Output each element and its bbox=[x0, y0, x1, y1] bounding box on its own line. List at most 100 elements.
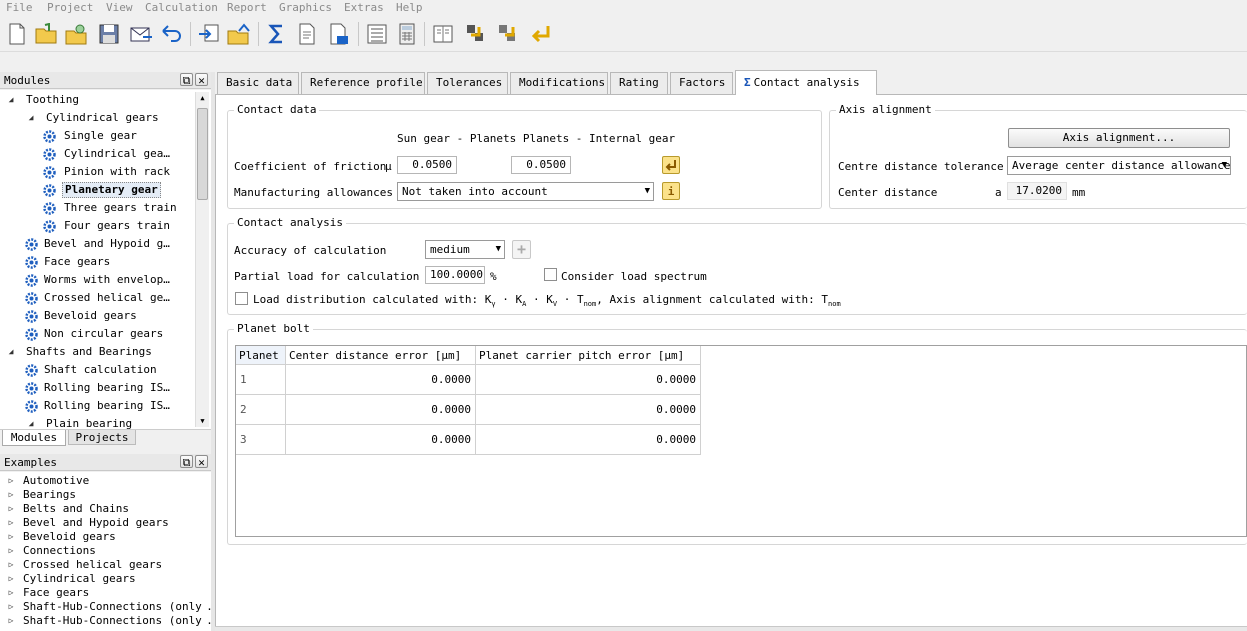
save-icon[interactable] bbox=[96, 21, 122, 47]
report-icon[interactable] bbox=[294, 21, 320, 47]
load-distribution-checkbox[interactable] bbox=[235, 292, 248, 305]
apply-arrow-button[interactable] bbox=[662, 156, 680, 174]
menu-help[interactable]: Help bbox=[396, 1, 423, 14]
sum-icon[interactable] bbox=[264, 21, 290, 47]
table-cell[interactable]: 0.0000 bbox=[476, 365, 701, 395]
expand-triangle-icon[interactable]: ◢ bbox=[6, 344, 16, 360]
expand-triangle-icon[interactable]: ◢ bbox=[26, 416, 36, 429]
menu-file[interactable]: File bbox=[6, 1, 33, 14]
table-cell[interactable]: 0.0000 bbox=[476, 395, 701, 425]
tree-item[interactable]: Rolling bearing IS… bbox=[0, 398, 195, 414]
tree-item[interactable]: Beveloid gears bbox=[0, 308, 195, 324]
tolerance-select[interactable]: Average center distance allowance ▼ bbox=[1007, 156, 1231, 175]
tree-item[interactable]: Bevel and Hypoid g… bbox=[0, 236, 195, 252]
load-spectrum-checkbox[interactable] bbox=[544, 268, 557, 281]
modules-scrollbar[interactable]: ▲ ▼ bbox=[195, 92, 209, 427]
partial-load-input[interactable]: 100.0000 bbox=[425, 266, 485, 284]
tree-item[interactable]: Planetary gear bbox=[0, 182, 195, 198]
manufacturing-select[interactable]: Not taken into account ▼ bbox=[397, 182, 654, 201]
calculator-icon[interactable] bbox=[394, 21, 420, 47]
expand-triangle-icon[interactable]: ▷ bbox=[6, 530, 16, 544]
friction-sun-planet-input[interactable]: 0.0500 bbox=[397, 156, 457, 174]
info-button[interactable]: i bbox=[662, 182, 680, 200]
close-icon[interactable]: ✕ bbox=[195, 455, 208, 469]
column-header[interactable]: Planet carrier pitch error [μm] bbox=[476, 346, 701, 365]
tree-item[interactable]: ◢ Toothing bbox=[0, 92, 195, 108]
import-icon[interactable] bbox=[196, 21, 222, 47]
expand-triangle-icon[interactable]: ▷ bbox=[6, 614, 16, 628]
expand-triangle-icon[interactable]: ▷ bbox=[6, 516, 16, 530]
tab-tolerances[interactable]: Tolerances bbox=[427, 72, 508, 94]
tree-item[interactable]: ◢ Shafts and Bearings bbox=[0, 344, 195, 360]
tab-reference-profile[interactable]: Reference profile bbox=[301, 72, 425, 94]
tab-factors[interactable]: Factors bbox=[670, 72, 733, 94]
expand-triangle-icon[interactable]: ◢ bbox=[26, 110, 36, 126]
open-example-icon[interactable] bbox=[64, 21, 90, 47]
scroll-down-icon[interactable]: ▼ bbox=[196, 415, 209, 427]
table-cell[interactable]: 0.0000 bbox=[286, 365, 476, 395]
column-header[interactable]: Center distance error [μm] bbox=[286, 346, 476, 365]
tab-projects[interactable]: Projects bbox=[68, 430, 136, 445]
tab-basic-data[interactable]: Basic data bbox=[217, 72, 299, 94]
expand-triangle-icon[interactable]: ▷ bbox=[6, 502, 16, 516]
tree-item[interactable]: Crossed helical ge… bbox=[0, 290, 195, 306]
menu-calculation[interactable]: Calculation bbox=[145, 1, 218, 14]
friction-planet-internal-input[interactable]: 0.0500 bbox=[511, 156, 571, 174]
tree-item[interactable]: Rolling bearing IS… bbox=[0, 380, 195, 396]
axis-alignment-button[interactable]: Axis alignment... bbox=[1008, 128, 1230, 148]
menu-graphics[interactable]: Graphics bbox=[279, 1, 332, 14]
expand-triangle-icon[interactable]: ▷ bbox=[6, 586, 16, 600]
partial-load-unit: % bbox=[490, 270, 497, 283]
table-cell[interactable]: 0.0000 bbox=[476, 425, 701, 455]
add-icon[interactable]: + bbox=[512, 240, 531, 259]
tree-item[interactable]: ◢ Plain bearing bbox=[0, 416, 195, 429]
expand-triangle-icon[interactable]: ▷ bbox=[6, 572, 16, 586]
tab-rating[interactable]: Rating bbox=[610, 72, 668, 94]
expand-triangle-icon[interactable]: ▷ bbox=[6, 488, 16, 502]
float-icon[interactable]: ⧉ bbox=[180, 455, 193, 469]
expand-triangle-icon[interactable]: ▷ bbox=[6, 600, 16, 614]
expand-triangle-icon[interactable]: ▷ bbox=[6, 558, 16, 572]
tree-item[interactable]: Cylindrical gea… bbox=[0, 146, 195, 162]
tab-modifications[interactable]: Modifications bbox=[510, 72, 608, 94]
expand-triangle-icon[interactable]: ▷ bbox=[6, 474, 16, 488]
tree-item[interactable]: Three gears train bbox=[0, 200, 195, 216]
tree-item[interactable]: ◢ Cylindrical gears bbox=[0, 110, 195, 126]
menu-report[interactable]: Report bbox=[227, 1, 267, 14]
scroll-up-icon[interactable]: ▲ bbox=[196, 92, 209, 104]
close-icon[interactable]: ✕ bbox=[195, 73, 208, 87]
scroll-thumb[interactable] bbox=[197, 108, 208, 200]
menu-view[interactable]: View bbox=[106, 1, 133, 14]
list-icon[interactable] bbox=[364, 21, 390, 47]
book-icon[interactable] bbox=[430, 21, 456, 47]
row-header: 2 bbox=[236, 395, 286, 425]
table-cell[interactable]: 0.0000 bbox=[286, 425, 476, 455]
tree-item[interactable]: Single gear bbox=[0, 128, 195, 144]
arrow-return-icon[interactable] bbox=[528, 21, 554, 47]
expand-triangle-icon[interactable]: ◢ bbox=[6, 92, 16, 108]
tab-label: Factors bbox=[679, 76, 726, 89]
menu-project[interactable]: Project bbox=[47, 1, 93, 14]
tree-item[interactable]: Shaft calculation bbox=[0, 362, 195, 378]
tab-modules[interactable]: Modules bbox=[2, 430, 66, 446]
open-folder-icon[interactable] bbox=[34, 21, 60, 47]
tree-item[interactable]: Non circular gears bbox=[0, 326, 195, 342]
flag-arrow-icon[interactable] bbox=[464, 21, 490, 47]
tree-item[interactable]: Worms with envelop… bbox=[0, 272, 195, 288]
tab-contact-analysis[interactable]: Σ Contact analysis bbox=[735, 70, 877, 95]
table-cell[interactable]: 0.0000 bbox=[286, 395, 476, 425]
export-folder-icon[interactable] bbox=[226, 21, 252, 47]
send-mail-icon[interactable] bbox=[128, 21, 154, 47]
expand-triangle-icon[interactable]: ▷ bbox=[6, 544, 16, 558]
report-setup-icon[interactable] bbox=[326, 21, 352, 47]
undo-icon[interactable] bbox=[158, 21, 184, 47]
tree-item[interactable]: Four gears train bbox=[0, 218, 195, 234]
new-file-icon[interactable] bbox=[4, 21, 30, 47]
tree-item[interactable]: Pinion with rack bbox=[0, 164, 195, 180]
float-icon[interactable]: ⧉ bbox=[180, 73, 193, 87]
accuracy-select[interactable]: medium ▼ bbox=[425, 240, 505, 259]
flag-arrow-2-icon[interactable] bbox=[496, 21, 522, 47]
column-header[interactable]: Planet bbox=[236, 346, 286, 365]
tree-item[interactable]: Face gears bbox=[0, 254, 195, 270]
menu-extras[interactable]: Extras bbox=[344, 1, 384, 14]
